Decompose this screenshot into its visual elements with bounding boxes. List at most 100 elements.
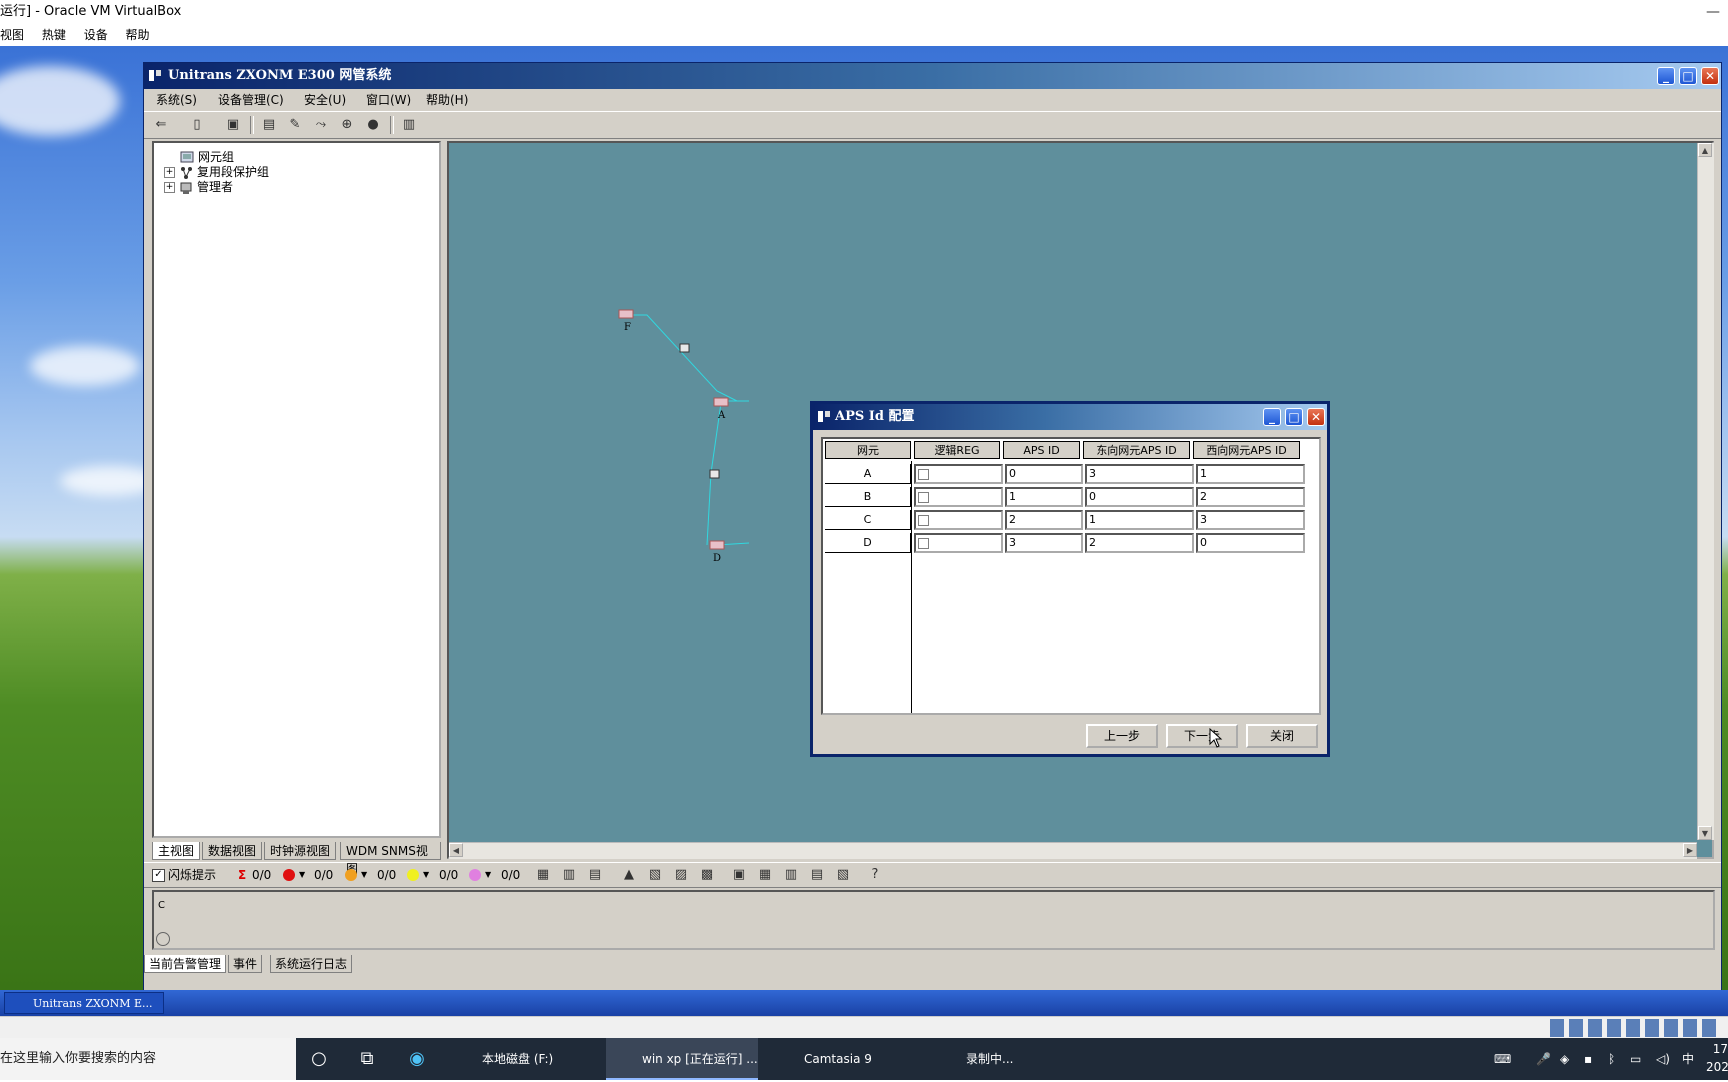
app-maximize-button[interactable]: □	[1679, 67, 1697, 85]
scroll-right-icon[interactable]: ▶	[1683, 843, 1697, 857]
vm-status-icons[interactable]	[1550, 1019, 1720, 1037]
link-icon[interactable]: ⤳	[312, 116, 330, 134]
shield-icon[interactable]: ◈	[1560, 1038, 1569, 1080]
chevron-down-icon[interactable]: ▼	[361, 868, 367, 882]
flash-checkbox[interactable]: ✓	[152, 869, 165, 882]
critical-alarm-icon[interactable]	[283, 869, 295, 881]
west-aps-id-field[interactable]: 1	[1196, 464, 1305, 484]
alarm-tool-icon[interactable]: ▤	[808, 866, 826, 884]
tab-clock-view[interactable]: 时钟源视图	[264, 842, 337, 860]
host-task-file-explorer[interactable]: 本地磁盘 (F:)	[452, 1038, 600, 1080]
alarm-tool-icon[interactable]: ▩	[698, 866, 716, 884]
east-aps-id-field[interactable]: 1	[1085, 510, 1194, 530]
ne-node-d[interactable]: D	[709, 540, 725, 564]
vbox-menu-hotkey[interactable]: 热键	[42, 24, 66, 46]
alarm-tool-icon[interactable]: ?	[866, 866, 884, 884]
canvas-vertical-scrollbar[interactable]: ▲ ▼	[1697, 143, 1714, 840]
vbox-menu-devices[interactable]: 设备	[84, 24, 108, 46]
edit-icon[interactable]: ✎	[286, 116, 304, 134]
book-icon[interactable]: ▥	[400, 116, 418, 134]
tree-item-manager[interactable]: + 管理者	[164, 179, 233, 195]
alarm-tool-icon[interactable]: ▥	[782, 866, 800, 884]
close-button[interactable]: 关闭	[1246, 724, 1318, 748]
aps-id-field[interactable]: 1	[1005, 487, 1083, 507]
minor-alarm-icon[interactable]	[407, 869, 419, 881]
logical-reg-checkbox[interactable]	[918, 492, 929, 503]
bluetooth-icon[interactable]: ᛒ	[1608, 1038, 1615, 1080]
tree-item-ne-group[interactable]: 网元组	[180, 149, 234, 165]
alarm-tool-icon[interactable]: ▲	[620, 866, 638, 884]
logical-reg-cell[interactable]	[914, 510, 1003, 530]
computer-icon[interactable]: ▣	[224, 116, 242, 134]
dialog-minimize-button[interactable]: _	[1263, 408, 1281, 426]
warning-alarm-icon[interactable]	[469, 869, 481, 881]
network-icon[interactable]: ▭	[1630, 1038, 1641, 1080]
column-header-logical-reg[interactable]: 逻辑REG	[914, 441, 1000, 459]
east-aps-id-field[interactable]: 2	[1085, 533, 1194, 553]
ne-node-a[interactable]: A	[713, 397, 729, 421]
alarm-tool-icon[interactable]: ▦	[534, 866, 552, 884]
volume-icon[interactable]: ◁)	[1656, 1038, 1670, 1080]
tree-item-msp-group[interactable]: + 复用段保护组	[164, 164, 269, 180]
host-search-input[interactable]: 在这里输入你要搜索的内容	[0, 1038, 296, 1080]
aps-id-field[interactable]: 0	[1005, 464, 1083, 484]
west-aps-id-field[interactable]: 3	[1196, 510, 1305, 530]
logical-reg-cell[interactable]	[914, 464, 1003, 484]
column-header-east-aps-id[interactable]: 东向网元APS ID	[1083, 441, 1190, 459]
save-icon[interactable]: ▤	[260, 116, 278, 134]
minimize-icon[interactable]: —	[1706, 4, 1720, 20]
menu-device-management[interactable]: 设备管理(C)	[218, 89, 284, 111]
host-task-recording[interactable]: 录制中...	[932, 1038, 1052, 1080]
major-alarm-icon[interactable]	[345, 869, 357, 881]
host-task-virtualbox[interactable]: win xp [正在运行] ...	[606, 1038, 758, 1080]
link-marker-icon[interactable]	[709, 469, 720, 479]
info-icon[interactable]: ●	[364, 116, 382, 134]
chevron-down-icon[interactable]: ▼	[299, 868, 305, 882]
east-aps-id-field[interactable]: 0	[1085, 487, 1194, 507]
canvas-horizontal-scrollbar[interactable]: ◀ ▶	[449, 842, 1697, 859]
menu-window[interactable]: 窗口(W)	[366, 89, 411, 111]
vbox-menu-view[interactable]: 视图	[0, 24, 24, 46]
alarm-tool-icon[interactable]: ▧	[834, 866, 852, 884]
cortana-icon[interactable]: ○	[306, 1046, 332, 1072]
task-view-icon[interactable]: ⧉	[354, 1046, 380, 1072]
host-task-camtasia[interactable]: Camtasia 9	[770, 1038, 922, 1080]
column-header-west-aps-id[interactable]: 西向网元APS ID	[1193, 441, 1300, 459]
tab-wdm-snms-view[interactable]: WDM SNMS视图	[340, 842, 441, 876]
alarm-tool-icon[interactable]: ▦	[756, 866, 774, 884]
ne-node-f[interactable]: F	[618, 309, 634, 333]
logical-reg-cell[interactable]	[914, 533, 1003, 553]
menu-system[interactable]: 系统(S)	[156, 89, 197, 111]
scroll-up-icon[interactable]: ▲	[1698, 143, 1712, 157]
nvidia-icon[interactable]: ▪	[1584, 1038, 1592, 1080]
logical-reg-cell[interactable]	[914, 487, 1003, 507]
tab-main-view[interactable]: 主视图	[152, 842, 201, 860]
guest-task-button-nms[interactable]: Unitrans ZXONM E...	[4, 992, 164, 1014]
menu-security[interactable]: 安全(U)	[304, 89, 346, 111]
previous-step-button[interactable]: 上一步	[1086, 724, 1158, 748]
tab-system-log[interactable]: 系统运行日志	[270, 955, 353, 973]
tab-events[interactable]: 事件	[228, 955, 263, 973]
west-aps-id-field[interactable]: 2	[1196, 487, 1305, 507]
new-document-icon[interactable]: ▯	[188, 116, 206, 134]
east-aps-id-field[interactable]: 3	[1085, 464, 1194, 484]
aps-id-field[interactable]: 3	[1005, 533, 1083, 553]
dialog-close-x-button[interactable]: ✕	[1307, 408, 1325, 426]
dialog-maximize-button[interactable]: □	[1285, 408, 1303, 426]
alarm-tool-icon[interactable]: ▨	[672, 866, 690, 884]
scroll-down-icon[interactable]: ▼	[1698, 826, 1712, 840]
logical-reg-checkbox[interactable]	[918, 538, 929, 549]
scroll-left-icon[interactable]: ◀	[449, 843, 463, 857]
alarm-tool-icon[interactable]: ▤	[586, 866, 604, 884]
tree-expand-icon[interactable]: +	[164, 167, 175, 178]
search-icon[interactable]: ⊕	[338, 116, 356, 134]
chevron-down-icon[interactable]: ▼	[423, 868, 429, 882]
link-marker-icon[interactable]	[679, 343, 690, 353]
edge-browser-icon[interactable]: ◉	[404, 1046, 430, 1072]
column-header-ne[interactable]: 网元	[825, 441, 911, 459]
west-aps-id-field[interactable]: 0	[1196, 533, 1305, 553]
keyboard-icon[interactable]: ⌨	[1494, 1038, 1511, 1080]
clock[interactable]: 17 202	[1706, 1040, 1728, 1082]
aps-id-field[interactable]: 2	[1005, 510, 1083, 530]
tab-data-view[interactable]: 数据视图	[202, 842, 263, 860]
